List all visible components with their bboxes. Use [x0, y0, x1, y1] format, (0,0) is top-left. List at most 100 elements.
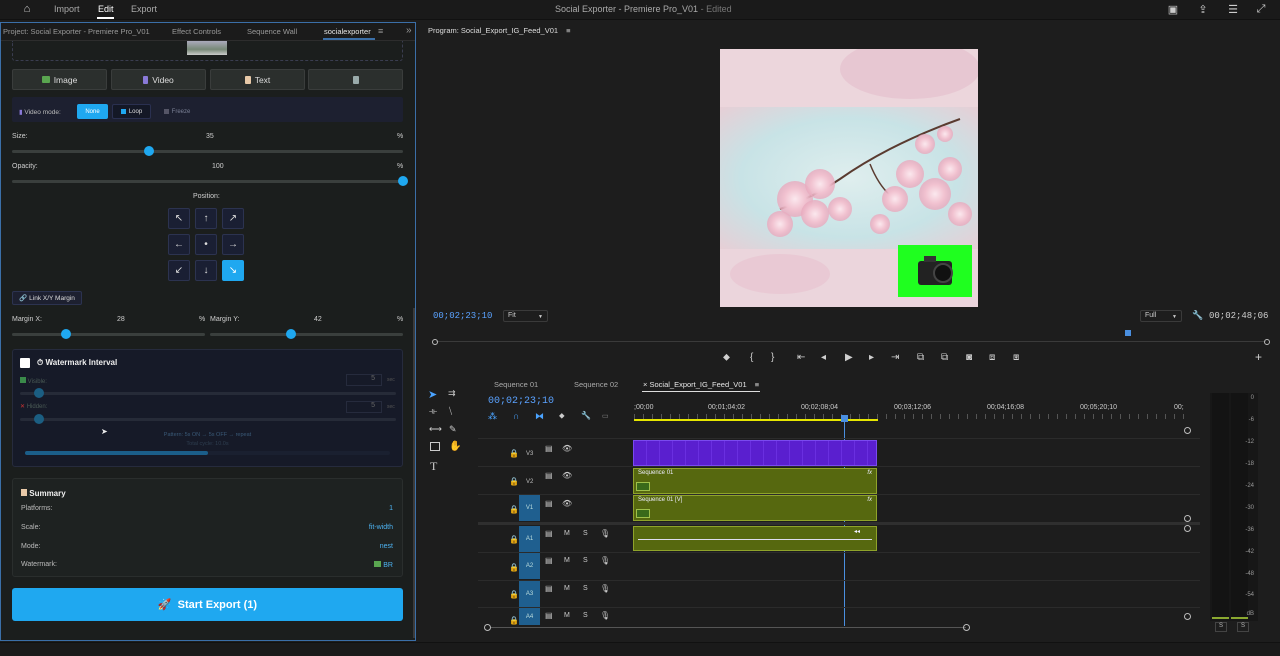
menu-edit[interactable]: Edit — [98, 4, 114, 14]
magnet-icon[interactable]: ∩ — [513, 411, 519, 421]
image-button[interactable]: Image — [12, 69, 107, 90]
track-select-icon[interactable]: ⇉ — [448, 388, 456, 399]
margin-y-slider[interactable] — [210, 329, 403, 339]
program-menu-icon[interactable]: ≡ — [566, 26, 570, 35]
lock-icon[interactable]: 🔒 — [509, 505, 519, 514]
opacity-slider-knob[interactable] — [398, 176, 408, 186]
tab-effect-controls[interactable]: Effect Controls — [172, 27, 221, 36]
wrench-icon[interactable]: 🔧 — [1192, 310, 1203, 321]
lock-icon[interactable]: 🔒 — [509, 535, 519, 544]
hidden-seconds-input[interactable]: 5 — [346, 401, 382, 413]
track-label-v3[interactable]: V3 — [526, 451, 533, 457]
film-icon[interactable]: ▤ — [545, 529, 553, 538]
position-middle-left[interactable]: ← — [168, 234, 190, 255]
v2-clip[interactable]: Sequence 01 fx — [633, 468, 877, 494]
play-icon[interactable]: ▶ — [845, 352, 853, 363]
pen-icon[interactable]: ✎ — [449, 424, 457, 435]
mute-button[interactable]: M — [564, 530, 570, 537]
text-button[interactable]: Text — [210, 69, 305, 90]
video-button[interactable]: Video — [111, 69, 206, 90]
hamburger-icon[interactable]: ☰ — [1226, 3, 1240, 16]
wrench-icon[interactable]: 🔧 — [581, 411, 591, 420]
eye-icon[interactable]: 👁 — [562, 471, 572, 480]
tab-sequence-01[interactable]: Sequence 01 — [494, 380, 538, 389]
mark-out-icon[interactable]: } — [771, 352, 774, 363]
ripple-edit-icon[interactable]: ⟛ — [429, 406, 437, 417]
mute-button[interactable]: M — [564, 557, 570, 564]
visible-slider-knob[interactable] — [34, 388, 44, 398]
panel-expand-icon[interactable]: » — [406, 25, 412, 36]
start-export-button[interactable]: 🚀 Start Export (1) — [12, 588, 403, 621]
timeline-playhead-handle[interactable] — [841, 415, 848, 422]
link-margin-button[interactable]: 🔗 Link X/Y Margin — [12, 291, 82, 305]
mic-icon[interactable]: 🎙 — [600, 556, 610, 565]
position-bottom-center[interactable]: ↓ — [195, 260, 217, 281]
lock-icon[interactable]: 🔒 — [509, 449, 519, 458]
home-icon[interactable]: ⌂ — [20, 3, 34, 16]
scrubber-start-handle[interactable] — [432, 339, 438, 345]
tab-sequence-02[interactable]: Sequence 02 — [574, 380, 618, 389]
position-top-center[interactable]: ↑ — [195, 208, 217, 229]
timeline-audio-divider-handle[interactable] — [1184, 525, 1191, 532]
media-dropzone[interactable] — [12, 41, 403, 61]
mic-icon[interactable]: 🎙 — [600, 529, 610, 538]
position-top-left[interactable]: ↖ — [168, 208, 190, 229]
add-button-icon[interactable]: + — [1255, 350, 1262, 364]
go-to-out-icon[interactable]: ⇥ — [891, 352, 899, 363]
rectangle-icon[interactable] — [430, 442, 440, 451]
lock-icon[interactable]: 🔒 — [509, 563, 519, 572]
solo-button[interactable]: S — [583, 585, 588, 592]
meter-solo-left[interactable]: S — [1215, 622, 1227, 632]
program-playhead[interactable] — [1125, 330, 1131, 336]
panel-scrollbar[interactable] — [413, 308, 415, 638]
v1-clip[interactable]: Sequence 01 [V] fx — [633, 495, 877, 521]
video-mode-none[interactable]: None — [77, 104, 108, 119]
scrubber-end-handle[interactable] — [1264, 339, 1270, 345]
linked-selection-icon[interactable]: ⧓ — [535, 411, 544, 422]
solo-button[interactable]: S — [583, 557, 588, 564]
selection-tool-icon[interactable]: ➤ — [428, 388, 442, 401]
marker-icon[interactable]: ⬥ — [559, 411, 565, 421]
step-forward-icon[interactable]: ▸ — [869, 352, 874, 363]
position-middle-right[interactable]: → — [222, 234, 244, 255]
lock-icon[interactable]: 🔒 — [509, 590, 519, 599]
track-target-a1[interactable]: A1 — [519, 526, 540, 552]
track-target-v1[interactable]: V1 — [519, 495, 540, 521]
position-top-right[interactable]: ↗ — [222, 208, 244, 229]
tab-sequence-wall[interactable]: Sequence Wall — [247, 27, 297, 36]
timeline-scroll-top[interactable] — [1184, 427, 1191, 434]
track-target-a3[interactable]: A3 — [519, 581, 540, 607]
position-center[interactable]: • — [195, 234, 217, 255]
timeline-scroll-bottom[interactable] — [1184, 613, 1191, 620]
solo-button[interactable]: S — [583, 530, 588, 537]
eye-icon[interactable]: 👁 — [562, 444, 572, 453]
multicam-icon[interactable]: ⧆ — [1013, 352, 1019, 363]
snap-icon[interactable]: ⁂ — [488, 411, 497, 422]
mute-button[interactable]: M — [564, 585, 570, 592]
close-icon[interactable]: × — [643, 380, 647, 389]
film-icon[interactable]: ▤ — [545, 444, 553, 453]
position-bottom-left[interactable]: ↙ — [168, 260, 190, 281]
solo-button[interactable]: S — [583, 612, 588, 619]
razor-icon[interactable]: ⧹ — [449, 406, 452, 417]
video-mode-loop[interactable]: Loop — [112, 104, 151, 119]
h-zoom-bar[interactable] — [491, 627, 966, 628]
margin-x-slider[interactable] — [12, 329, 205, 339]
track-target-a4[interactable]: A4 — [519, 608, 540, 625]
hand-icon[interactable]: ✋ — [449, 441, 461, 452]
hidden-slider-knob[interactable] — [34, 414, 44, 424]
go-to-in-icon[interactable]: ⇤ — [797, 352, 805, 363]
size-slider-knob[interactable] — [144, 146, 154, 156]
share-icon[interactable]: ⇪ — [1196, 3, 1210, 16]
hidden-slider[interactable] — [20, 414, 396, 424]
film-icon[interactable]: ▤ — [545, 499, 553, 508]
camera-icon[interactable]: ◙ — [966, 352, 972, 363]
extract-icon[interactable]: ⧉ — [941, 352, 948, 363]
timeline-video-divider-handle[interactable] — [1184, 515, 1191, 522]
lock-icon[interactable]: 🔒 — [509, 477, 519, 486]
captions-icon[interactable]: ▭ — [602, 412, 609, 420]
h-zoom-end[interactable] — [963, 624, 970, 631]
timeline-menu-icon[interactable]: ≡ — [755, 380, 759, 389]
fullscreen-icon[interactable]: ⤢ — [1254, 3, 1268, 16]
fit-dropdown[interactable]: Fit ▼ — [503, 310, 548, 322]
